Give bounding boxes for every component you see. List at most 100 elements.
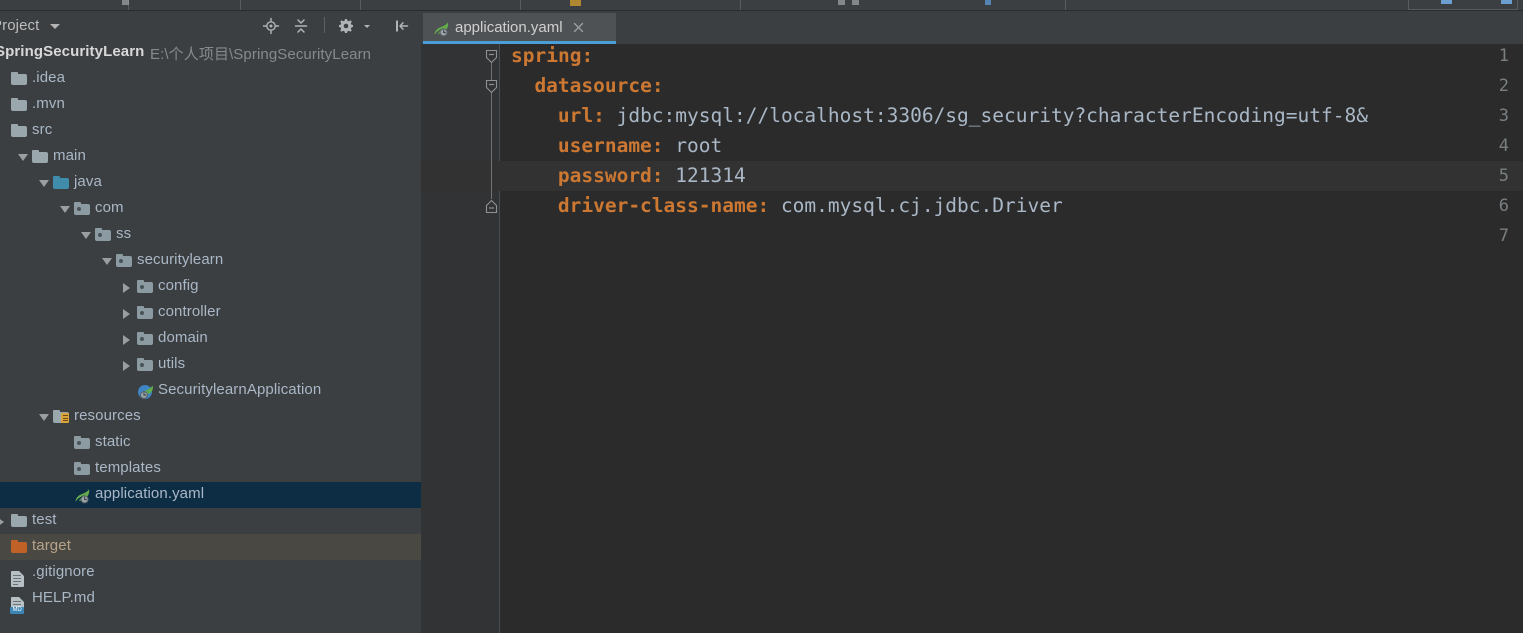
project-file-tree[interactable]: SpringSecurityLearn E:\个人项目\SpringSecurit… (0, 40, 421, 633)
package-icon (74, 202, 90, 216)
yaml-key: url: (557, 104, 605, 127)
yaml-value: jdbc:mysql://localhost:3306/sg_security?… (604, 104, 1368, 127)
package-icon (137, 358, 153, 372)
editor-gutter[interactable] (421, 44, 499, 633)
fold-region-end-icon[interactable] (484, 199, 499, 214)
folder-gray-icon (11, 124, 27, 138)
tree-item-label: com (95, 199, 124, 216)
tree-row--mvn[interactable]: .mvn (0, 92, 421, 118)
code-line: datasource: (534, 71, 663, 101)
folder-resources-icon (53, 410, 69, 424)
spring-boot-class-icon (137, 384, 153, 399)
code-line: username: root (558, 131, 722, 161)
tree-item-label: test (32, 511, 57, 528)
panel-title[interactable]: Project (0, 17, 39, 34)
tree-item-label: java (74, 173, 102, 190)
hide-panel-icon[interactable] (393, 17, 411, 35)
chevron-down-icon[interactable] (60, 206, 70, 213)
code-line: driver-class-name: com.mysql.cj.jdbc.Dri… (558, 191, 1063, 221)
fold-collapse-icon[interactable] (484, 49, 499, 64)
line-number: 1 (1498, 46, 1509, 66)
tree-row-test[interactable]: test (0, 508, 421, 534)
tree-row-ss[interactable]: ss (0, 222, 421, 248)
tree-row-target[interactable]: target (0, 534, 421, 560)
tree-item-label: static (95, 433, 131, 450)
tree-item-label: domain (158, 329, 208, 346)
yaml-key: password: (557, 164, 664, 187)
tree-row-src[interactable]: src (0, 118, 421, 144)
tree-row-templates[interactable]: templates (0, 456, 421, 482)
close-icon[interactable] (572, 21, 585, 34)
yaml-value: 121314 (663, 164, 746, 187)
file-text-icon (11, 566, 27, 587)
editor-tab-bar: application.yaml (421, 11, 1523, 44)
tree-item-label: resources (74, 407, 141, 424)
spring-yaml-icon (433, 21, 450, 37)
code-line: url: jdbc:mysql://localhost:3306/sg_secu… (558, 101, 1368, 131)
chevron-right-icon[interactable] (0, 517, 4, 527)
top-right-widget[interactable] (1408, 0, 1518, 10)
package-icon (74, 436, 90, 450)
chevron-down-icon[interactable] (39, 414, 49, 421)
tree-item-label: ss (116, 225, 132, 242)
tree-row-resources[interactable]: resources (0, 404, 421, 430)
editor-area: application.yaml 1 spring: 2 datasource: 3 ur… (421, 11, 1523, 633)
chevron-down-icon[interactable] (81, 232, 91, 239)
chevron-right-icon[interactable] (123, 309, 130, 319)
tree-item-label: .gitignore (32, 563, 95, 580)
tree-row-domain[interactable]: domain (0, 326, 421, 352)
editor-tab-label: application.yaml (455, 19, 563, 36)
tree-item-label: config (158, 277, 199, 294)
package-icon (137, 306, 153, 320)
editor-tab-application-yaml[interactable]: application.yaml (423, 13, 616, 44)
project-tool-window: Project (0, 11, 421, 633)
tree-row-utils[interactable]: utils (0, 352, 421, 378)
locate-target-icon[interactable] (262, 17, 280, 35)
gear-icon[interactable] (337, 17, 355, 35)
chevron-right-icon[interactable] (123, 335, 130, 345)
chevron-down-icon[interactable] (102, 258, 112, 265)
chevron-right-icon[interactable] (123, 361, 130, 371)
tree-row-securitylearnapplication[interactable]: SecuritylearnApplication (0, 378, 421, 404)
spring-yaml-icon (74, 488, 90, 504)
tree-row-config[interactable]: config (0, 274, 421, 300)
project-root-name: SpringSecurityLearn (0, 43, 145, 60)
file-markdown-icon: MD (10, 592, 27, 614)
line-number: 5 (1498, 166, 1509, 186)
tree-row-static[interactable]: static (0, 430, 421, 456)
panel-header-actions (254, 17, 411, 35)
folder-gray-icon (11, 514, 27, 528)
collapse-all-icon[interactable] (292, 17, 310, 35)
package-icon (95, 228, 111, 242)
chevron-down-icon[interactable] (18, 154, 28, 161)
tree-item-label: application.yaml (95, 485, 205, 502)
fold-region-line (491, 55, 492, 199)
tree-item-label: target (32, 537, 71, 554)
tree-item-label: HELP.md (32, 589, 95, 606)
package-icon (137, 332, 153, 346)
tree-item-label: SecuritylearnApplication (158, 381, 322, 398)
code-editor[interactable]: 1 spring: 2 datasource: 3 url: jdbc:mysql://l… (421, 44, 1523, 633)
chevron-right-icon[interactable] (123, 283, 130, 293)
tree-item-label: securitylearn (137, 251, 224, 268)
tree-row-main[interactable]: main (0, 144, 421, 170)
tree-item-label: src (32, 121, 53, 138)
tree-row-com[interactable]: com (0, 196, 421, 222)
tree-item-label: .idea (32, 69, 66, 86)
tree-row-securitylearn[interactable]: securitylearn (0, 248, 421, 274)
tree-row-project-root[interactable]: SpringSecurityLearn E:\个人项目\SpringSecurit… (0, 40, 421, 66)
tree-row--idea[interactable]: .idea (0, 66, 421, 92)
code-line: spring: (511, 44, 593, 71)
tree-row-help-md[interactable]: MD HELP.md (0, 586, 421, 614)
tree-row-application-yaml[interactable]: application.yaml (0, 482, 421, 508)
tree-row-java[interactable]: java (0, 170, 421, 196)
chevron-down-icon[interactable] (50, 24, 60, 29)
chevron-down-icon[interactable] (39, 180, 49, 187)
line-number: 7 (1498, 226, 1509, 246)
folder-excluded-orange-icon (11, 540, 27, 554)
project-panel-header: Project (0, 11, 421, 40)
tree-row-controller[interactable]: controller (0, 300, 421, 326)
tree-row--gitignore[interactable]: .gitignore (0, 560, 421, 587)
fold-collapse-icon[interactable] (484, 79, 499, 94)
gear-dropdown-caret-icon[interactable] (363, 17, 381, 35)
